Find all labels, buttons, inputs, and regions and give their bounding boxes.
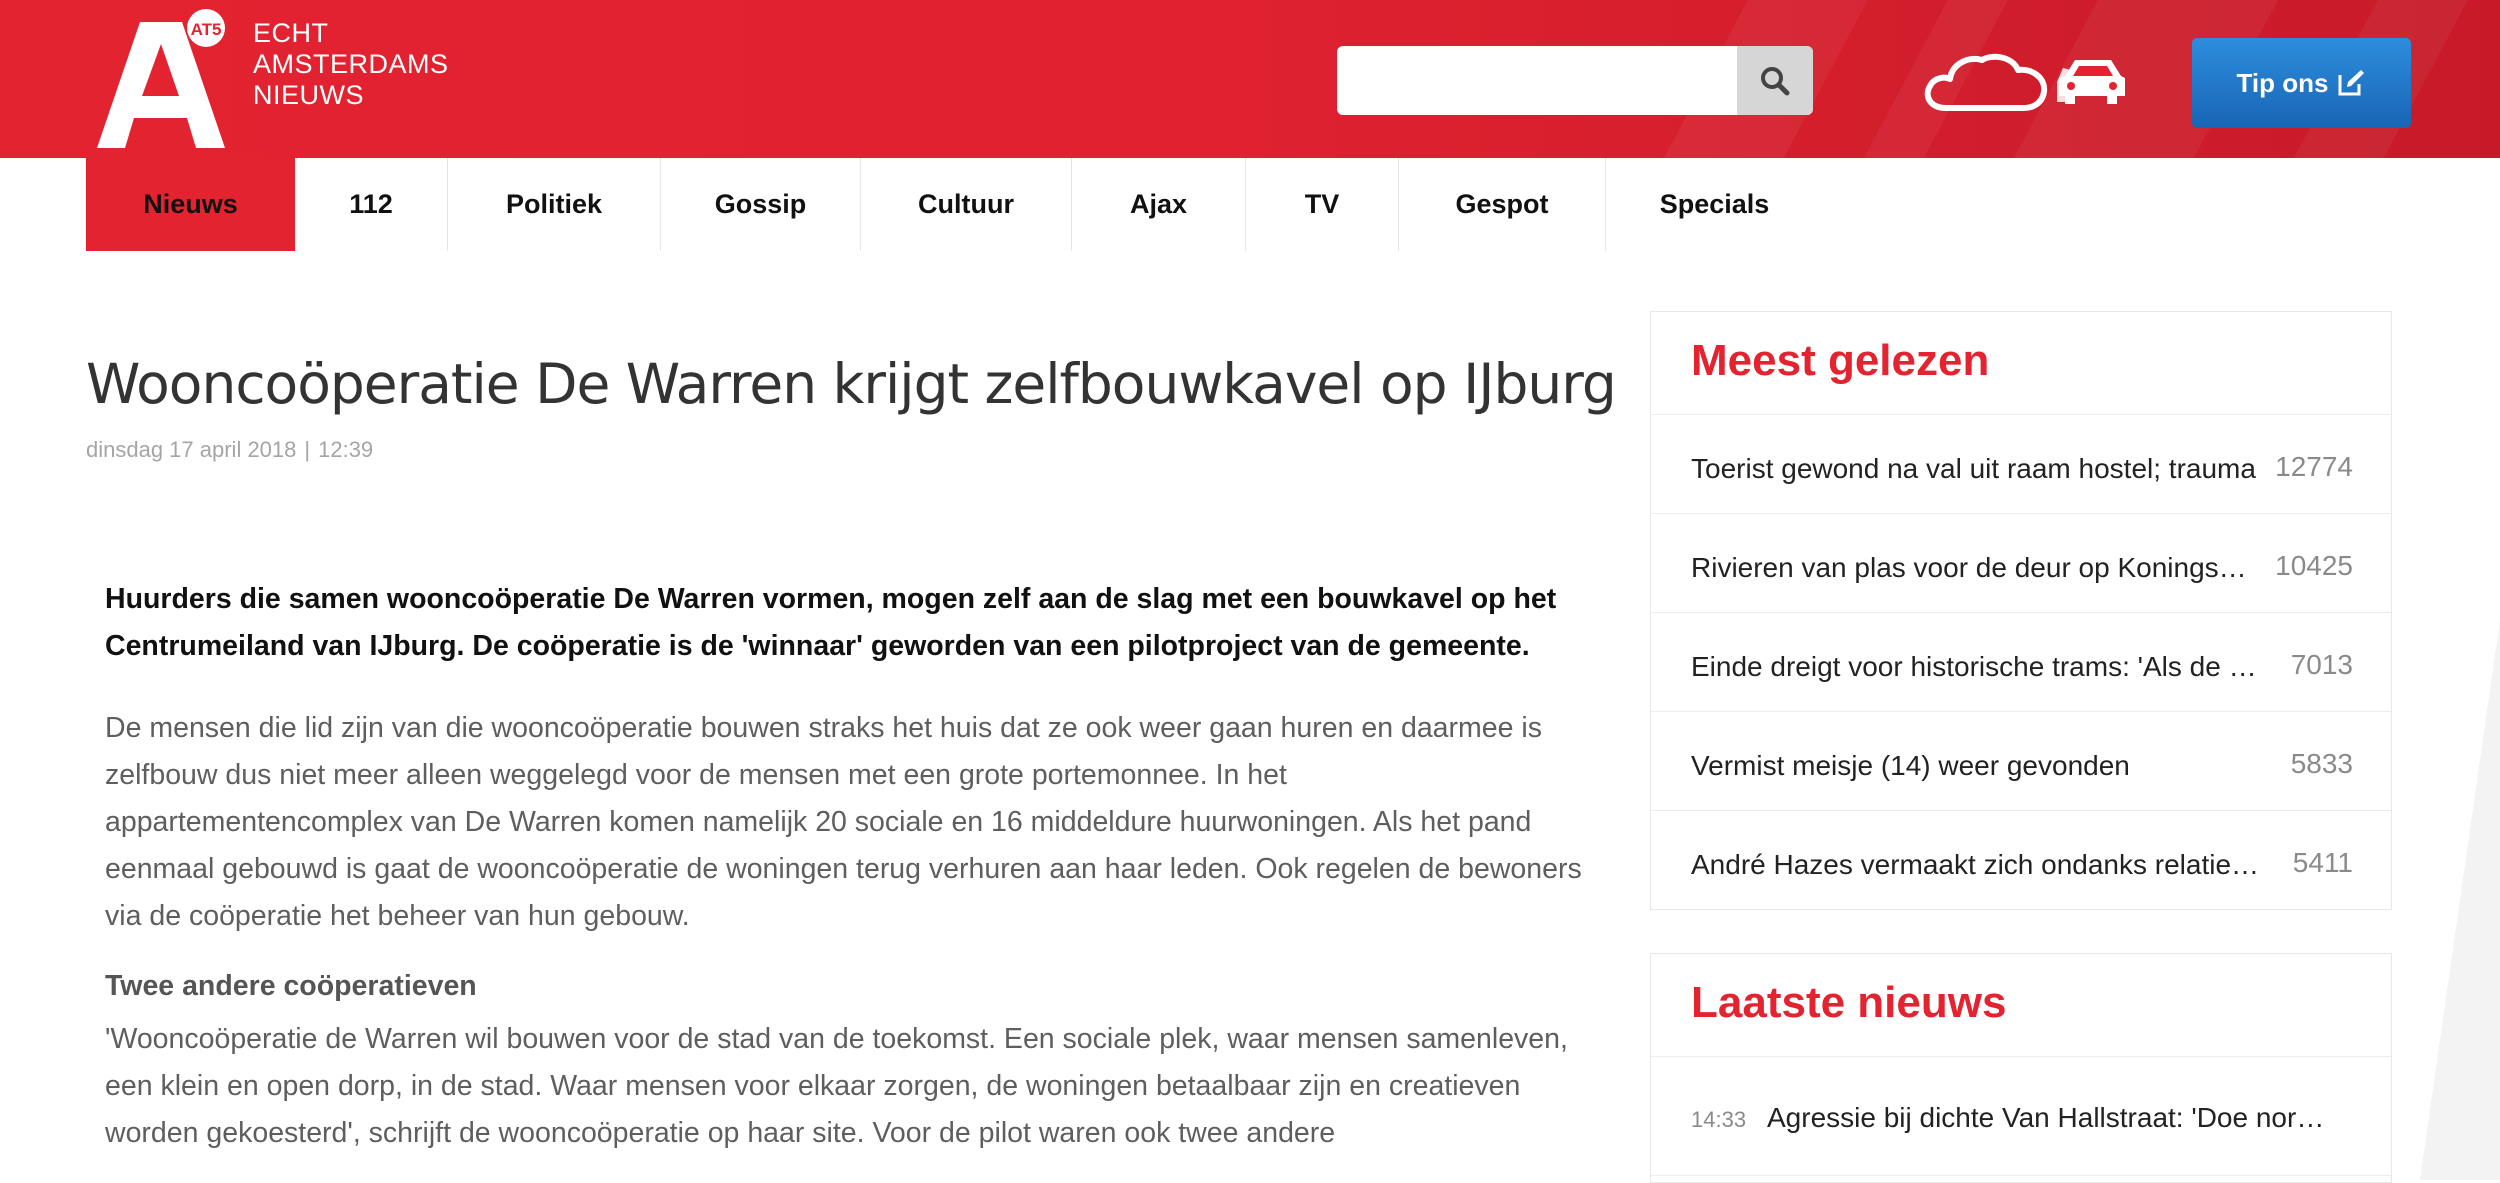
nav-item-cultuur[interactable]: Cultuur: [861, 158, 1072, 251]
logo-tagline: ECHT AMSTERDAMS NIEUWS: [253, 18, 449, 111]
most-read-title: Meest gelezen: [1651, 312, 2391, 415]
site-header: AT5 ECHT AMSTERDAMS NIEUWS Tip ons: [0, 0, 2500, 158]
latest-news-time: 14:33: [1691, 1107, 1747, 1132]
nav-item-112[interactable]: 112: [295, 158, 448, 251]
article-title: Wooncoöperatie De Warren krijgt zelfbouw…: [86, 352, 1617, 416]
cloud-icon[interactable]: [1920, 52, 2052, 112]
most-read-item-count: 10425: [2275, 550, 2353, 581]
meta-separator: |: [304, 437, 311, 462]
most-read-item-count: 5411: [2292, 847, 2353, 878]
latest-news-item[interactable]: 14:33 Agressie bij dichte Van Hallstraat…: [1651, 1057, 2391, 1176]
most-read-item[interactable]: André Hazes vermaakt zich ondanks relati…: [1651, 811, 2391, 909]
article-paragraph: 'Wooncoöperatie de Warren wil bouwen voo…: [105, 1023, 1568, 1149]
most-read-item-count: 12774: [2275, 451, 2353, 482]
latest-news-title: Laatste nieuws: [1651, 954, 2391, 1057]
most-read-item-title: Vermist meisje (14) weer gevonden: [1691, 750, 2130, 781]
article-time: 12:39: [318, 437, 374, 462]
most-read-item-title: Einde dreigt voor historische trams: 'Al…: [1691, 651, 2261, 682]
article-subheading: Twee andere coöperatieven: [105, 970, 477, 1002]
latest-news-item-title: Agressie bij dichte Van Hallstraat: 'Doe…: [1767, 1102, 2327, 1133]
at5-logo[interactable]: AT5: [92, 8, 242, 148]
tip-button[interactable]: Tip ons: [2192, 38, 2411, 128]
nav-item-gossip[interactable]: Gossip: [661, 158, 861, 251]
most-read-item-count: 7013: [2290, 649, 2353, 680]
most-read-item[interactable]: Rivieren van plas voor de deur op Koning…: [1651, 514, 2391, 613]
logo-line: ECHT: [253, 18, 329, 48]
latest-news-widget: Laatste nieuws 14:33 Agressie bij dichte…: [1650, 953, 2392, 1183]
tip-button-label: Tip ons: [2236, 67, 2329, 98]
logo-line: NIEUWS: [253, 80, 364, 110]
nav-item-tv[interactable]: TV: [1246, 158, 1399, 251]
search-button[interactable]: [1737, 46, 1813, 115]
logo-badge: AT5: [191, 20, 222, 39]
most-read-item[interactable]: Vermist meisje (14) weer gevonden 5833: [1651, 712, 2391, 811]
nav-item-nieuws[interactable]: Nieuws: [86, 158, 295, 251]
nav-item-specials[interactable]: Specials: [1606, 158, 1823, 251]
main-nav: Nieuws 112 Politiek Gossip Cultuur Ajax …: [86, 158, 1823, 251]
nav-item-politiek[interactable]: Politiek: [448, 158, 661, 251]
most-read-item-title: André Hazes vermaakt zich ondanks relati…: [1691, 849, 2261, 880]
most-read-item-title: Toerist gewond na val uit raam hostel; t…: [1691, 453, 2256, 484]
most-read-item-title: Rivieren van plas voor de deur op Koning…: [1691, 552, 2261, 583]
most-read-item[interactable]: Einde dreigt voor historische trams: 'Al…: [1651, 613, 2391, 712]
most-read-item[interactable]: Toerist gewond na val uit raam hostel; t…: [1651, 415, 2391, 514]
most-read-widget: Meest gelezen Toerist gewond na val uit …: [1650, 311, 2392, 910]
search-box: [1337, 46, 1813, 115]
nav-item-ajax[interactable]: Ajax: [1072, 158, 1246, 251]
article-lead: Huurders die samen wooncoöperatie De War…: [105, 583, 1557, 662]
article-paragraph: De mensen die lid zijn van die wooncoöpe…: [105, 712, 1582, 932]
edit-icon: [2338, 70, 2365, 96]
logo-line: AMSTERDAMS: [253, 49, 449, 79]
car-icon[interactable]: [2053, 52, 2129, 116]
search-input[interactable]: [1337, 46, 1737, 115]
background-decoration: [2420, 620, 2500, 1180]
search-icon: [1761, 66, 1790, 95]
article-meta: dinsdag 17 april 2018 | 12:39: [86, 437, 373, 463]
article-date: dinsdag 17 april 2018: [86, 437, 297, 462]
most-read-item-count: 5833: [2290, 748, 2353, 779]
nav-item-gespot[interactable]: Gespot: [1399, 158, 1606, 251]
